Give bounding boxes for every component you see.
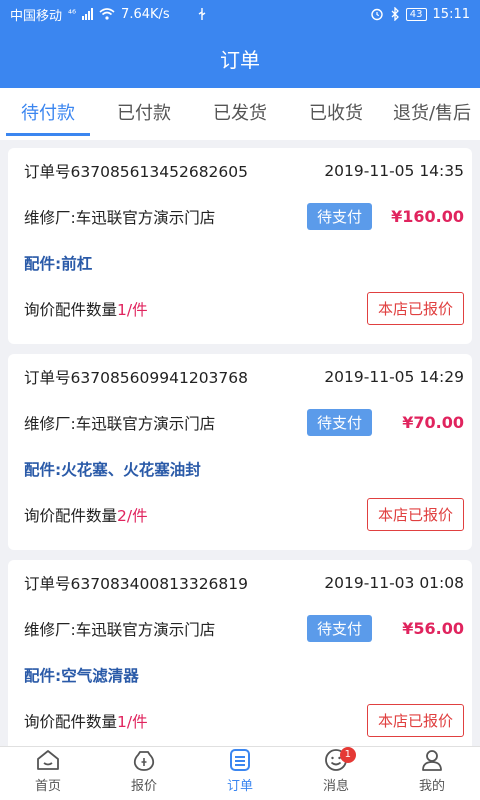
home-icon bbox=[37, 750, 59, 770]
status-badge: 待支付 bbox=[306, 615, 372, 642]
parts-count-value: 2/件 bbox=[117, 506, 148, 525]
order-date: 2019-11-05 14:35 bbox=[324, 162, 464, 180]
profile-icon bbox=[422, 750, 442, 771]
nav-messages[interactable]: 1 消息 bbox=[288, 747, 384, 800]
nav-profile-label: 我的 bbox=[418, 779, 445, 794]
status-bar: 中国移动 ⁴⁶ 7.64K/s 43 15:11 bbox=[0, 0, 480, 28]
wifi-icon bbox=[99, 8, 115, 20]
nav-orders[interactable]: 订单 bbox=[192, 747, 288, 800]
tab-received[interactable]: 已收货 bbox=[288, 88, 384, 140]
order-number: 订单号637085609941203768 bbox=[24, 369, 249, 387]
bluetooth-icon bbox=[391, 7, 399, 21]
usb-icon bbox=[198, 8, 206, 20]
quote-icon bbox=[133, 751, 155, 771]
order-price: ¥70.00 bbox=[402, 413, 464, 432]
order-price: ¥56.00 bbox=[402, 619, 464, 638]
parts-count-label: 询价配件数量 bbox=[24, 300, 118, 319]
parts-count-label: 询价配件数量 bbox=[24, 712, 118, 731]
parts-count-value: 1/件 bbox=[117, 300, 148, 319]
order-list[interactable]: 订单号637085613452682605 2019-11-05 14:35 维… bbox=[0, 140, 480, 746]
order-price: ¥160.00 bbox=[391, 207, 464, 226]
parts-label: 配件:火花塞、火花塞油封 bbox=[24, 461, 201, 479]
nav-quote[interactable]: 报价 bbox=[96, 747, 192, 800]
order-card[interactable]: 订单号637085609941203768 2019-11-05 14:29 维… bbox=[8, 354, 472, 550]
order-number: 订单号637085613452682605 bbox=[24, 163, 249, 181]
order-number: 订单号637083400813326819 bbox=[24, 575, 249, 593]
order-date: 2019-11-05 14:29 bbox=[324, 368, 464, 386]
repair-shop: 维修厂:车迅联官方演示门店 bbox=[24, 414, 216, 433]
parts-label: 配件:空气滤清器 bbox=[24, 667, 139, 685]
quoted-button[interactable]: 本店已报价 bbox=[366, 292, 464, 325]
battery-icon: 43 bbox=[405, 7, 427, 21]
order-date: 2019-11-03 01:08 bbox=[324, 574, 464, 592]
nav-messages-label: 消息 bbox=[322, 779, 349, 794]
carrier-label: 中国移动 bbox=[10, 8, 63, 24]
orders-icon bbox=[230, 749, 250, 771]
nav-home-label: 首页 bbox=[34, 779, 61, 794]
bottom-nav: 首页 报价 订单 1 消息 我的 bbox=[0, 746, 480, 800]
tab-shipped[interactable]: 已发货 bbox=[192, 88, 288, 140]
network-speed: 7.64K/s bbox=[121, 6, 170, 22]
quoted-button[interactable]: 本店已报价 bbox=[366, 498, 464, 531]
status-badge: 待支付 bbox=[306, 203, 372, 230]
network-type: ⁴⁶ bbox=[68, 8, 77, 20]
status-badge: 待支付 bbox=[306, 409, 372, 436]
nav-profile[interactable]: 我的 bbox=[384, 747, 480, 800]
page-header: 订单 bbox=[0, 28, 480, 88]
parts-count-value: 1/件 bbox=[117, 712, 148, 731]
unread-badge: 1 bbox=[339, 747, 356, 763]
nav-home[interactable]: 首页 bbox=[0, 747, 96, 800]
signal-icon bbox=[82, 8, 94, 20]
nav-orders-label: 订单 bbox=[226, 779, 253, 794]
order-card[interactable]: 订单号637085613452682605 2019-11-05 14:35 维… bbox=[8, 148, 472, 344]
repair-shop: 维修厂:车迅联官方演示门店 bbox=[24, 620, 216, 639]
alarm-icon bbox=[371, 8, 383, 21]
page-title: 订单 bbox=[220, 47, 260, 72]
order-tabs: 待付款 已付款 已发货 已收货 退货/售后 bbox=[0, 88, 480, 140]
time-label: 15:11 bbox=[432, 6, 470, 22]
tab-pending-payment[interactable]: 待付款 bbox=[0, 88, 96, 140]
tab-returns[interactable]: 退货/售后 bbox=[384, 88, 480, 140]
order-card[interactable]: 订单号637083400813326819 2019-11-03 01:08 维… bbox=[8, 560, 472, 746]
tab-paid[interactable]: 已付款 bbox=[96, 88, 192, 140]
nav-quote-label: 报价 bbox=[130, 779, 157, 794]
parts-label: 配件:前杠 bbox=[24, 255, 93, 273]
quoted-button[interactable]: 本店已报价 bbox=[366, 704, 464, 737]
parts-count-label: 询价配件数量 bbox=[24, 506, 118, 525]
repair-shop: 维修厂:车迅联官方演示门店 bbox=[24, 208, 216, 227]
